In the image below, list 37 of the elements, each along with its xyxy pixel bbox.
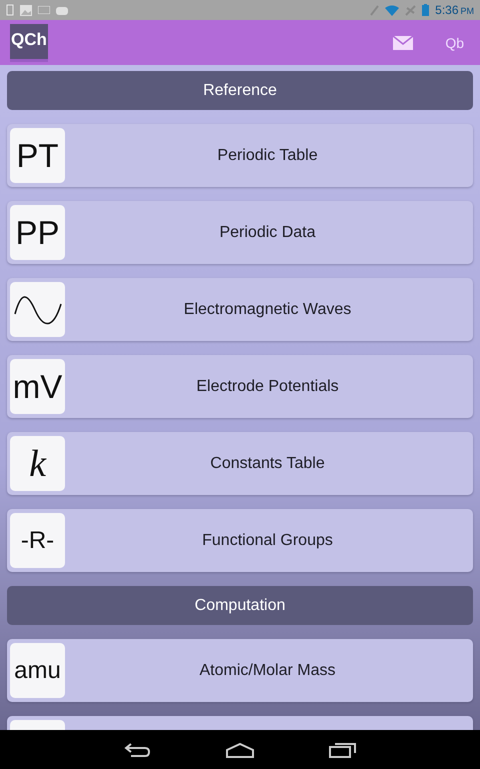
section-header: Computation	[7, 586, 473, 625]
menu-item-card[interactable]: PT Periodic Table	[7, 124, 473, 187]
image-icon	[20, 4, 32, 16]
menu-item-card[interactable]: mV Electrode Potentials	[7, 355, 473, 418]
menu-item-card[interactable]: -R- Functional Groups	[7, 509, 473, 572]
menu-item-card[interactable]: k Constants Table	[7, 432, 473, 495]
game-icon	[56, 6, 68, 14]
recent-apps-icon[interactable]	[329, 742, 357, 758]
airplane-icon	[405, 4, 416, 16]
icon-tile: PP	[10, 205, 65, 260]
menu-item-label: Electrode Potentials	[195, 378, 340, 396]
menu-item-label: Constants Table	[209, 454, 326, 472]
menu-item-label: Periodic Table	[216, 146, 319, 164]
section-header: Reference	[7, 71, 473, 110]
battery-icon	[422, 4, 430, 16]
menu-item-label: Periodic Data	[218, 224, 317, 242]
icon-tile: PT	[10, 128, 65, 183]
home-icon[interactable]	[225, 742, 255, 758]
phone-icon	[6, 4, 14, 16]
mail-icon[interactable]	[393, 36, 414, 50]
icon-tile: -R-	[10, 513, 65, 568]
icon-tile: k	[10, 436, 65, 491]
app-logo[interactable]: QCh	[10, 24, 48, 62]
menu-item-card[interactable]: PP Periodic Data	[7, 201, 473, 264]
menu-item-card[interactable]: amu Atomic/Molar Mass	[7, 639, 473, 702]
wifi-icon	[385, 4, 400, 16]
menu-item-label: Electromagnetic Waves	[182, 300, 352, 318]
clock-period: PM	[460, 6, 474, 16]
card-icon	[38, 6, 50, 14]
icon-tile: mV	[10, 359, 65, 414]
menu-item-label: Atomic/Molar Mass	[198, 662, 337, 680]
menu-item-card[interactable]: Electromagnetic Waves	[7, 278, 473, 341]
clock-time: 5:36	[435, 3, 458, 17]
menu-item-label: Functional Groups	[201, 532, 334, 550]
sine-wave-icon	[10, 282, 65, 337]
icon-tile: amu	[10, 643, 65, 698]
back-icon[interactable]	[123, 742, 151, 758]
